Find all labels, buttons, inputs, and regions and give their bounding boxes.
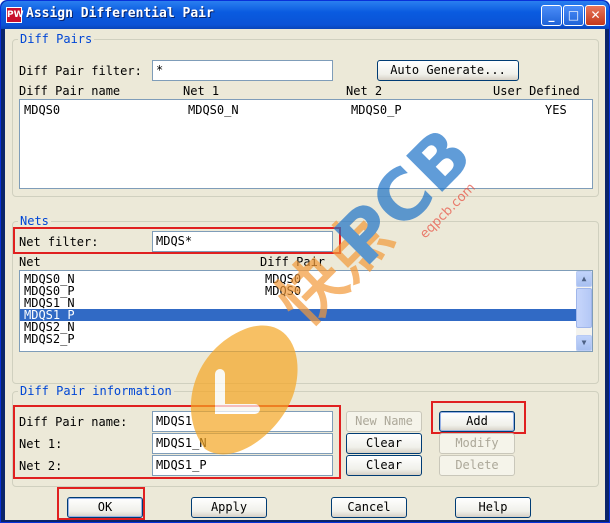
nets-legend: Nets	[18, 214, 51, 228]
list-item[interactable]: MDQS2_P	[20, 333, 576, 345]
net-pair-cell: MDQS0	[265, 284, 302, 298]
dialog-client: Diff Pairs Diff Pair filter: * Auto Gene…	[5, 29, 605, 520]
delete-button[interactable]: Delete	[439, 455, 515, 476]
info-legend: Diff Pair information	[18, 384, 174, 398]
app-icon: PW	[6, 7, 24, 23]
clear-net1-button[interactable]: Clear	[346, 433, 422, 454]
list-item[interactable]: MDQS1_P	[20, 309, 576, 321]
arrow-down-icon: ▼	[581, 338, 587, 347]
pair-net2-cell: MDQS0_P	[351, 103, 402, 117]
scroll-up-button[interactable]: ▲	[576, 271, 592, 287]
new-name-button[interactable]: New Name	[346, 411, 422, 432]
col-net2: Net 2	[346, 84, 383, 98]
diff-pairs-legend: Diff Pairs	[18, 32, 95, 46]
maximize-button[interactable]: □	[563, 5, 584, 26]
diff-pair-filter-input[interactable]: *	[152, 60, 333, 81]
close-icon: ✕	[590, 8, 601, 22]
col-net1: Net 1	[183, 84, 220, 98]
highlight-add-button	[431, 401, 526, 434]
title-bar[interactable]: PW Assign Differential Pair _ □ ✕	[1, 1, 609, 29]
highlight-ok-button	[57, 487, 145, 520]
maximize-icon: □	[567, 8, 580, 22]
arrow-up-icon: ▲	[581, 274, 587, 283]
diff-pairs-list[interactable]: MDQS0 MDQS0_N MDQS0_P YES	[19, 99, 593, 189]
pair-name-cell: MDQS0	[24, 103, 61, 117]
nets-list[interactable]: MDQS0_N MDQS0 MDQS0_P MDQS0 MDQS1_N MDQS1_P MD…	[19, 270, 593, 352]
highlight-net-filter	[13, 227, 341, 254]
scroll-thumb[interactable]	[576, 288, 592, 328]
cancel-button[interactable]: Cancel	[331, 497, 407, 518]
list-item[interactable]: MDQS0 MDQS0_N MDQS0_P YES	[20, 104, 592, 116]
highlight-info-fields	[13, 405, 341, 479]
close-button[interactable]: ✕	[585, 5, 606, 26]
scroll-down-button[interactable]: ▼	[576, 335, 592, 351]
pair-net1-cell: MDQS0_N	[188, 103, 239, 117]
help-button[interactable]: Help	[455, 497, 531, 518]
window-title: Assign Differential Pair	[26, 6, 214, 21]
nets-scrollbar[interactable]: ▲ ▼	[576, 271, 592, 351]
modify-button[interactable]: Modify	[439, 433, 515, 454]
pair-user-defined-cell: YES	[545, 103, 567, 117]
net-name-cell: MDQS2_P	[24, 332, 75, 346]
minimize-button[interactable]: _	[541, 5, 562, 26]
col-net: Net	[19, 255, 41, 269]
clear-net2-button[interactable]: Clear	[346, 455, 422, 476]
col-diff-pair-name: Diff Pair name	[19, 84, 121, 98]
diff-pair-filter-label: Diff Pair filter:	[19, 64, 142, 78]
minimize-icon: _	[548, 8, 555, 22]
dialog-window: PW Assign Differential Pair _ □ ✕ Diff P…	[0, 0, 610, 523]
auto-generate-button[interactable]: Auto Generate...	[377, 60, 519, 81]
apply-button[interactable]: Apply	[191, 497, 267, 518]
list-item[interactable]: MDQS2_N	[20, 321, 576, 333]
col-diff-pair: Diff Pair	[260, 255, 326, 269]
list-item[interactable]: MDQS1_N	[20, 297, 576, 309]
list-item[interactable]: MDQS0_P MDQS0	[20, 285, 576, 297]
col-user-defined: User Defined	[493, 84, 580, 98]
